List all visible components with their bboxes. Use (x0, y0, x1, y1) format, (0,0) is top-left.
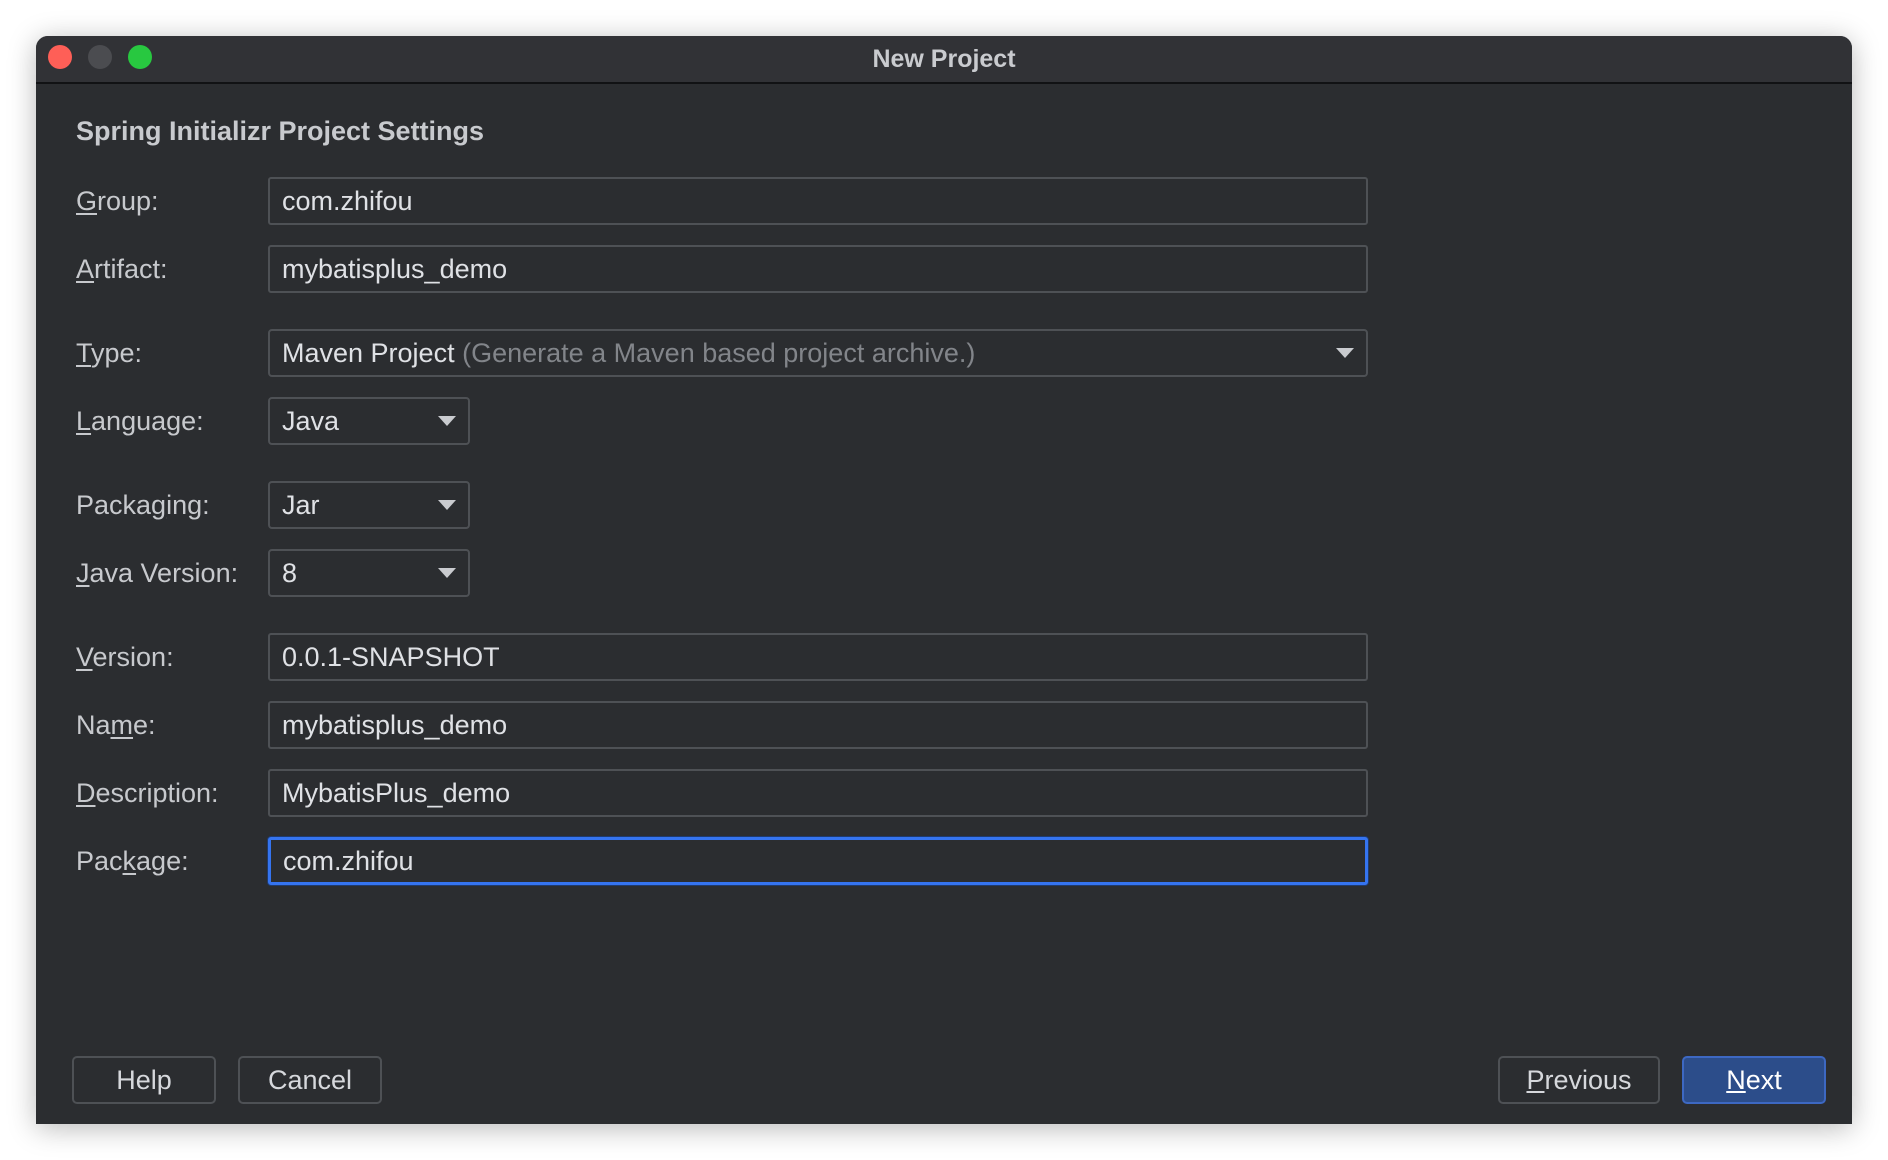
name-label: Name: (76, 710, 156, 740)
group-label: Group: (76, 186, 159, 216)
type-value: Maven Project (282, 338, 455, 368)
chevron-down-icon (438, 500, 456, 510)
version-input[interactable]: 0.0.1-SNAPSHOT (268, 633, 1368, 681)
chevron-down-icon (1336, 348, 1354, 358)
artifact-row: Artifact: mybatisplus_demo (36, 245, 1436, 293)
cancel-button[interactable]: Cancel (238, 1056, 382, 1104)
language-value: Java (282, 406, 340, 436)
package-label: Package: (76, 846, 189, 876)
java-version-value: 8 (282, 558, 298, 588)
language-label: Language: (76, 406, 204, 436)
help-button[interactable]: Help (72, 1056, 216, 1104)
new-project-dialog: New Project Spring Initializr Project Se… (36, 36, 1852, 1124)
dialog-content: Spring Initializr Project Settings Group… (36, 84, 1852, 1124)
section-title: Spring Initializr Project Settings (76, 116, 485, 146)
chevron-down-icon (438, 416, 456, 426)
language-dropdown[interactable]: Java (268, 397, 470, 445)
window-title: New Project (872, 45, 1016, 73)
type-dropdown[interactable]: Maven Project (Generate a Maven based pr… (268, 329, 1368, 377)
artifact-input[interactable]: mybatisplus_demo (268, 245, 1368, 293)
description-row: Description: MybatisPlus_demo (36, 769, 1436, 817)
language-row: Language: Java (36, 397, 1436, 445)
previous-button[interactable]: Previous (1498, 1056, 1660, 1104)
next-button[interactable]: Next (1682, 1056, 1826, 1104)
description-label: Description: (76, 778, 219, 808)
packaging-value: Jar (282, 490, 320, 520)
java-version-dropdown[interactable]: 8 (268, 549, 470, 597)
packaging-row: Packaging: Jar (36, 481, 1436, 529)
title-bar[interactable]: New Project (36, 36, 1852, 84)
version-label: Version: (76, 642, 174, 672)
group-row: Group: com.zhifou (36, 177, 1436, 225)
type-label: Type: (76, 338, 143, 368)
version-row: Version: 0.0.1-SNAPSHOT (36, 633, 1436, 681)
group-input[interactable]: com.zhifou (268, 177, 1368, 225)
java-version-label: Java Version: (76, 558, 239, 588)
chevron-down-icon (438, 568, 456, 578)
packaging-label: Packaging: (76, 490, 210, 520)
description-input[interactable]: MybatisPlus_demo (268, 769, 1368, 817)
artifact-label: Artifact: (76, 254, 168, 284)
java-version-row: Java Version: 8 (36, 549, 1436, 597)
packaging-dropdown[interactable]: Jar (268, 481, 470, 529)
type-hint: (Generate a Maven based project archive.… (462, 338, 976, 368)
name-row: Name: mybatisplus_demo (36, 701, 1436, 749)
name-input[interactable]: mybatisplus_demo (268, 701, 1368, 749)
type-row: Type: Maven Project (Generate a Maven ba… (36, 329, 1436, 377)
package-row: Package: com.zhifou (36, 837, 1436, 885)
package-input[interactable]: com.zhifou (268, 837, 1368, 885)
